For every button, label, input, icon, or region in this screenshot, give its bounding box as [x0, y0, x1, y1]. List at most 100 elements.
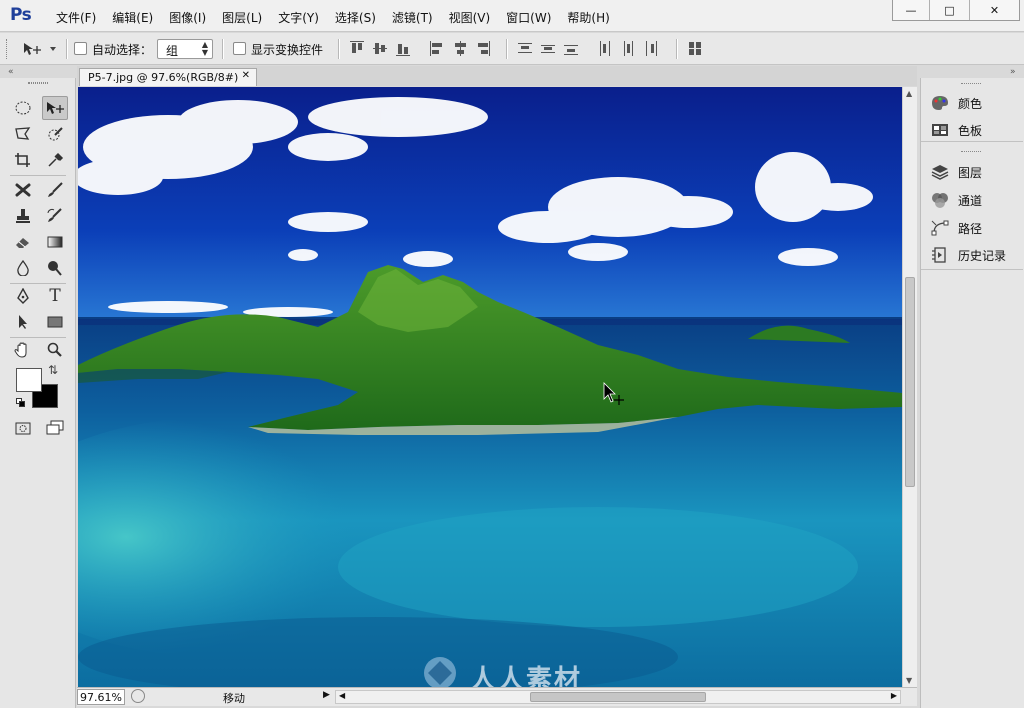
show-transform-checkbox[interactable]	[233, 42, 246, 55]
distribute-vcenter-icon[interactable]	[541, 41, 555, 57]
eraser-icon[interactable]	[10, 230, 36, 254]
horizontal-scrollbar[interactable]: ◀ ▶	[335, 690, 901, 704]
distribute-top-icon[interactable]	[518, 41, 532, 57]
align-vcenter-icon[interactable]	[373, 41, 387, 57]
options-bar: 自动选择： 组 ▲ ▼ 显示变换控件	[0, 33, 1024, 65]
eyedropper-icon[interactable]	[42, 148, 68, 172]
close-button[interactable]: ✕	[969, 0, 1019, 20]
palette-icon	[931, 95, 949, 111]
panel-history-label: 历史记录	[958, 248, 1007, 263]
close-tab-icon[interactable]: ✕	[242, 70, 250, 81]
swap-colors-icon[interactable]: ⇅	[48, 363, 58, 377]
panel-group-grip[interactable]	[961, 83, 981, 86]
screen-mode-icon[interactable]	[42, 416, 68, 440]
status-mode-text: 移动	[223, 692, 245, 705]
hand-icon[interactable]	[10, 338, 36, 362]
status-info-icon[interactable]	[131, 689, 145, 703]
options-separator	[506, 39, 507, 59]
align-top-icon[interactable]	[350, 41, 364, 57]
menu-window[interactable]: 窗口(W)	[498, 9, 559, 26]
paths-icon	[931, 220, 949, 236]
auto-select-dropdown[interactable]: 组 ▲ ▼	[157, 39, 213, 59]
panel-layers[interactable]: 图层	[931, 161, 982, 183]
align-left-icon[interactable]	[430, 41, 444, 57]
horizontal-scroll-thumb[interactable]	[530, 692, 706, 702]
menu-file[interactable]: 文件(F)	[48, 9, 104, 26]
ellipse-marquee-icon[interactable]	[10, 96, 36, 120]
dodge-icon[interactable]	[42, 256, 68, 280]
options-separator	[676, 39, 677, 59]
menu-type[interactable]: 文字(Y)	[270, 9, 327, 26]
rectangle-icon[interactable]	[42, 310, 68, 334]
options-separator	[222, 39, 223, 59]
menu-edit[interactable]: 编辑(E)	[104, 9, 161, 26]
tool-preset-picker[interactable]	[22, 40, 62, 58]
type-icon[interactable]: T	[42, 284, 68, 308]
options-grip[interactable]	[6, 39, 9, 59]
path-select-icon[interactable]	[10, 310, 36, 334]
maximize-button[interactable]: □	[929, 0, 969, 20]
distribute-bottom-icon[interactable]	[564, 41, 578, 57]
auto-select-checkbox[interactable]	[74, 42, 87, 55]
gradient-icon[interactable]	[42, 230, 68, 254]
quick-mask-icon[interactable]	[10, 416, 36, 440]
blur-icon[interactable]	[10, 256, 36, 280]
move-icon[interactable]	[42, 96, 68, 120]
pen-icon[interactable]	[10, 284, 36, 308]
options-separator	[338, 39, 339, 59]
menu-layer[interactable]: 图层(L)	[214, 9, 270, 26]
auto-align-layers-icon[interactable]	[688, 41, 702, 57]
lasso-icon[interactable]	[10, 122, 36, 146]
options-separator	[66, 39, 67, 59]
distribute-hcenter-icon[interactable]	[621, 41, 635, 57]
scroll-up-icon[interactable]: ▲	[906, 89, 912, 98]
align-hcenter-icon[interactable]	[453, 41, 467, 57]
panel-group-grip[interactable]	[961, 151, 981, 154]
panel-swatches[interactable]: 色板	[931, 119, 982, 141]
menu-view[interactable]: 视图(V)	[441, 9, 499, 26]
panel-history[interactable]: 历史记录	[931, 244, 1006, 266]
chevron-down-icon	[50, 47, 56, 51]
panel-channels[interactable]: 通道	[931, 189, 982, 211]
document-canvas[interactable]: 人人素材	[78, 87, 902, 687]
stamp-icon[interactable]	[10, 204, 36, 228]
distribute-right-icon[interactable]	[644, 41, 658, 57]
menu-image[interactable]: 图像(I)	[161, 9, 214, 26]
zoom-level-field[interactable]: 97.61%	[77, 689, 125, 705]
menu-filter[interactable]: 滤镜(T)	[384, 9, 441, 26]
align-bottom-icon[interactable]	[396, 41, 410, 57]
spinner-arrows-icon: ▲ ▼	[201, 40, 208, 57]
vertical-scroll-thumb[interactable]	[905, 277, 915, 487]
move-icon	[24, 43, 41, 55]
quick-select-icon[interactable]	[42, 122, 68, 146]
vertical-scrollbar[interactable]: ▲ ▼	[902, 87, 917, 687]
scroll-down-icon[interactable]: ▼	[906, 676, 912, 685]
scroll-left-icon[interactable]: ◀	[339, 691, 345, 700]
document-tab[interactable]: P5-7.jpg @ 97.6%(RGB/8#) ✕	[79, 68, 257, 86]
history-icon	[931, 247, 949, 263]
history-brush-icon[interactable]	[42, 204, 68, 228]
crop-icon[interactable]	[10, 148, 36, 172]
tools-panel-grip[interactable]	[28, 82, 48, 84]
status-menu-arrow-icon[interactable]: ▶	[323, 690, 330, 700]
panel-color-label: 颜色	[958, 96, 983, 111]
foreground-color-swatch[interactable]	[16, 368, 42, 392]
menu-help[interactable]: 帮助(H)	[559, 9, 617, 26]
panel-color[interactable]: 颜色	[931, 92, 982, 114]
default-colors-icon[interactable]	[16, 398, 26, 408]
zoom-icon[interactable]	[42, 338, 68, 362]
healing-icon[interactable]	[10, 178, 36, 202]
align-right-icon[interactable]	[476, 41, 490, 57]
watermark-text: 人人素材	[470, 665, 583, 687]
dock-collapse-button[interactable]: »	[1010, 66, 1016, 78]
island-photo	[78, 87, 902, 687]
panel-paths[interactable]: 路径	[931, 217, 982, 239]
minimize-button[interactable]: —	[893, 0, 929, 20]
scroll-right-icon[interactable]: ▶	[891, 691, 897, 700]
brush-icon[interactable]	[42, 178, 68, 202]
status-bar: 97.61% 移动 ▶ ◀ ▶	[77, 687, 917, 706]
tools-collapse-button[interactable]: «	[8, 66, 14, 78]
menu-select[interactable]: 选择(S)	[327, 9, 384, 26]
channels-icon	[931, 192, 949, 208]
distribute-left-icon[interactable]	[598, 41, 612, 57]
